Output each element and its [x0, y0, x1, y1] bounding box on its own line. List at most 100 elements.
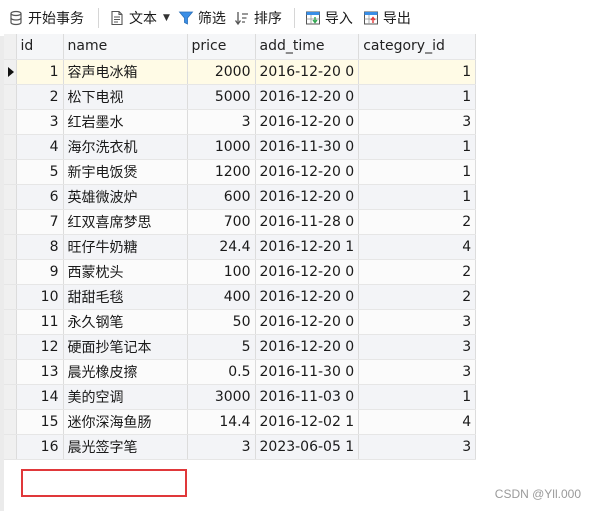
row-selector[interactable] — [4, 134, 17, 160]
cell-category-id[interactable]: 1 — [358, 384, 477, 410]
row-selector[interactable] — [4, 409, 17, 435]
cell-id[interactable]: 11 — [16, 309, 64, 335]
cell-price[interactable]: 5 — [187, 334, 256, 360]
cell-price[interactable]: 1200 — [187, 159, 256, 185]
table-row[interactable]: 15 迷你深海鱼肠 14.4 2016-12-02 14 — [4, 409, 477, 435]
cell-price[interactable]: 0.5 — [187, 359, 256, 385]
cell-id[interactable]: 5 — [16, 159, 64, 185]
cell-name[interactable]: 新宇电饭煲 — [63, 159, 188, 185]
row-selector[interactable] — [4, 109, 17, 135]
cell-id[interactable]: 2 — [16, 84, 64, 110]
cell-add-time[interactable]: 2016-11-03 0 — [255, 384, 360, 410]
cell-name[interactable]: 硬面抄笔记本 — [63, 334, 188, 360]
cell-category-id[interactable]: 3 — [358, 309, 477, 335]
cell-price[interactable]: 700 — [187, 209, 256, 235]
filter-button[interactable]: 筛选 — [178, 6, 226, 30]
cell-name[interactable]: 旺仔牛奶糖 — [63, 234, 188, 260]
cell-category-id[interactable]: 1 — [358, 59, 477, 85]
cell-add-time[interactable]: 2016-12-20 0 — [255, 184, 360, 210]
row-selector[interactable] — [4, 59, 17, 85]
cell-price[interactable]: 3 — [187, 434, 256, 460]
table-row[interactable]: 9 西蒙枕头 100 2016-12-20 02 — [4, 259, 477, 285]
column-header-category-id[interactable]: category_id — [358, 34, 477, 60]
row-selector[interactable] — [4, 259, 17, 285]
cell-name[interactable]: 松下电视 — [63, 84, 188, 110]
row-selector[interactable] — [4, 84, 17, 110]
cell-add-time[interactable]: 2016-12-20 0 — [255, 284, 360, 310]
table-row[interactable]: 5 新宇电饭煲 1200 2016-12-20 01 — [4, 159, 477, 185]
cell-price[interactable]: 100 — [187, 259, 256, 285]
cell-price[interactable]: 50 — [187, 309, 256, 335]
cell-id[interactable]: 7 — [16, 209, 64, 235]
cell-id[interactable]: 10 — [16, 284, 64, 310]
cell-category-id[interactable]: 2 — [358, 209, 477, 235]
text-button[interactable]: 文本 ▼ — [109, 6, 170, 30]
cell-name[interactable]: 永久钢笔 — [63, 309, 188, 335]
cell-add-time[interactable]: 2016-12-20 0 — [255, 334, 360, 360]
cell-add-time[interactable]: 2016-12-20 0 — [255, 59, 360, 85]
cell-category-id[interactable]: 2 — [358, 259, 477, 285]
cell-name[interactable]: 西蒙枕头 — [63, 259, 188, 285]
cell-id[interactable]: 13 — [16, 359, 64, 385]
table-row[interactable]: 13 晨光橡皮擦 0.5 2016-11-30 03 — [4, 359, 477, 385]
cell-category-id[interactable]: 2 — [358, 284, 477, 310]
column-header-name[interactable]: name — [63, 34, 188, 60]
column-header-price[interactable]: price — [187, 34, 256, 60]
sort-button[interactable]: 排序 — [234, 6, 282, 30]
table-row[interactable]: 14 美的空调 3000 2016-11-03 01 — [4, 384, 477, 410]
cell-price[interactable]: 3 — [187, 109, 256, 135]
cell-category-id[interactable]: 1 — [358, 84, 477, 110]
cell-name[interactable]: 红岩墨水 — [63, 109, 188, 135]
begin-transaction-button[interactable]: 开始事务 — [8, 6, 84, 30]
table-row[interactable]: 4 海尔洗衣机 1000 2016-11-30 01 — [4, 134, 477, 160]
cell-name[interactable]: 容声电冰箱 — [63, 59, 188, 85]
cell-add-time[interactable]: 2016-11-28 0 — [255, 209, 360, 235]
cell-id[interactable]: 15 — [16, 409, 64, 435]
cell-add-time[interactable]: 2016-12-02 1 — [255, 409, 360, 435]
table-row[interactable]: 3 红岩墨水 3 2016-12-20 03 — [4, 109, 477, 135]
cell-price[interactable]: 14.4 — [187, 409, 256, 435]
cell-id[interactable]: 4 — [16, 134, 64, 160]
cell-add-time[interactable]: 2016-12-20 0 — [255, 159, 360, 185]
cell-add-time[interactable]: 2016-11-30 0 — [255, 359, 360, 385]
row-selector[interactable] — [4, 159, 17, 185]
row-selector[interactable] — [4, 384, 17, 410]
cell-id[interactable]: 16 — [16, 434, 64, 460]
cell-category-id[interactable]: 1 — [358, 134, 477, 160]
cell-id[interactable]: 12 — [16, 334, 64, 360]
cell-category-id[interactable]: 4 — [358, 409, 477, 435]
cell-add-time[interactable]: 2016-12-20 0 — [255, 259, 360, 285]
row-selector[interactable] — [4, 209, 17, 235]
row-selector[interactable] — [4, 309, 17, 335]
cell-add-time[interactable]: 2016-12-20 0 — [255, 84, 360, 110]
cell-category-id[interactable]: 3 — [358, 109, 477, 135]
cell-price[interactable]: 600 — [187, 184, 256, 210]
export-button[interactable]: 导出 — [363, 6, 411, 30]
table-row[interactable]: 1 容声电冰箱 2000 2016-12-20 01 — [4, 59, 477, 85]
cell-name[interactable]: 美的空调 — [63, 384, 188, 410]
cell-add-time[interactable]: 2016-11-30 0 — [255, 134, 360, 160]
cell-name[interactable]: 晨光签字笔 — [63, 434, 188, 460]
table-row[interactable]: 6 英雄微波炉 600 2016-12-20 01 — [4, 184, 477, 210]
cell-price[interactable]: 3000 — [187, 384, 256, 410]
table-row[interactable]: 8 旺仔牛奶糖 24.4 2016-12-20 14 — [4, 234, 477, 260]
cell-id[interactable]: 14 — [16, 384, 64, 410]
cell-name[interactable]: 甜甜毛毯 — [63, 284, 188, 310]
cell-category-id[interactable]: 3 — [358, 359, 477, 385]
cell-add-time[interactable]: 2016-12-20 0 — [255, 309, 360, 335]
cell-name[interactable]: 迷你深海鱼肠 — [63, 409, 188, 435]
cell-price[interactable]: 24.4 — [187, 234, 256, 260]
cell-price[interactable]: 1000 — [187, 134, 256, 160]
table-row[interactable]: 2 松下电视 5000 2016-12-20 01 — [4, 84, 477, 110]
cell-id[interactable]: 3 — [16, 109, 64, 135]
cell-add-time[interactable]: 2016-12-20 0 — [255, 109, 360, 135]
cell-category-id[interactable]: 3 — [358, 334, 477, 360]
row-selector[interactable] — [4, 434, 17, 460]
cell-id[interactable]: 9 — [16, 259, 64, 285]
cell-name[interactable]: 英雄微波炉 — [63, 184, 188, 210]
cell-category-id[interactable]: 1 — [358, 184, 477, 210]
cell-name[interactable]: 红双喜席梦思 — [63, 209, 188, 235]
table-row[interactable]: 10 甜甜毛毯 400 2016-12-20 02 — [4, 284, 477, 310]
column-header-id[interactable]: id — [16, 34, 64, 60]
cell-price[interactable]: 400 — [187, 284, 256, 310]
